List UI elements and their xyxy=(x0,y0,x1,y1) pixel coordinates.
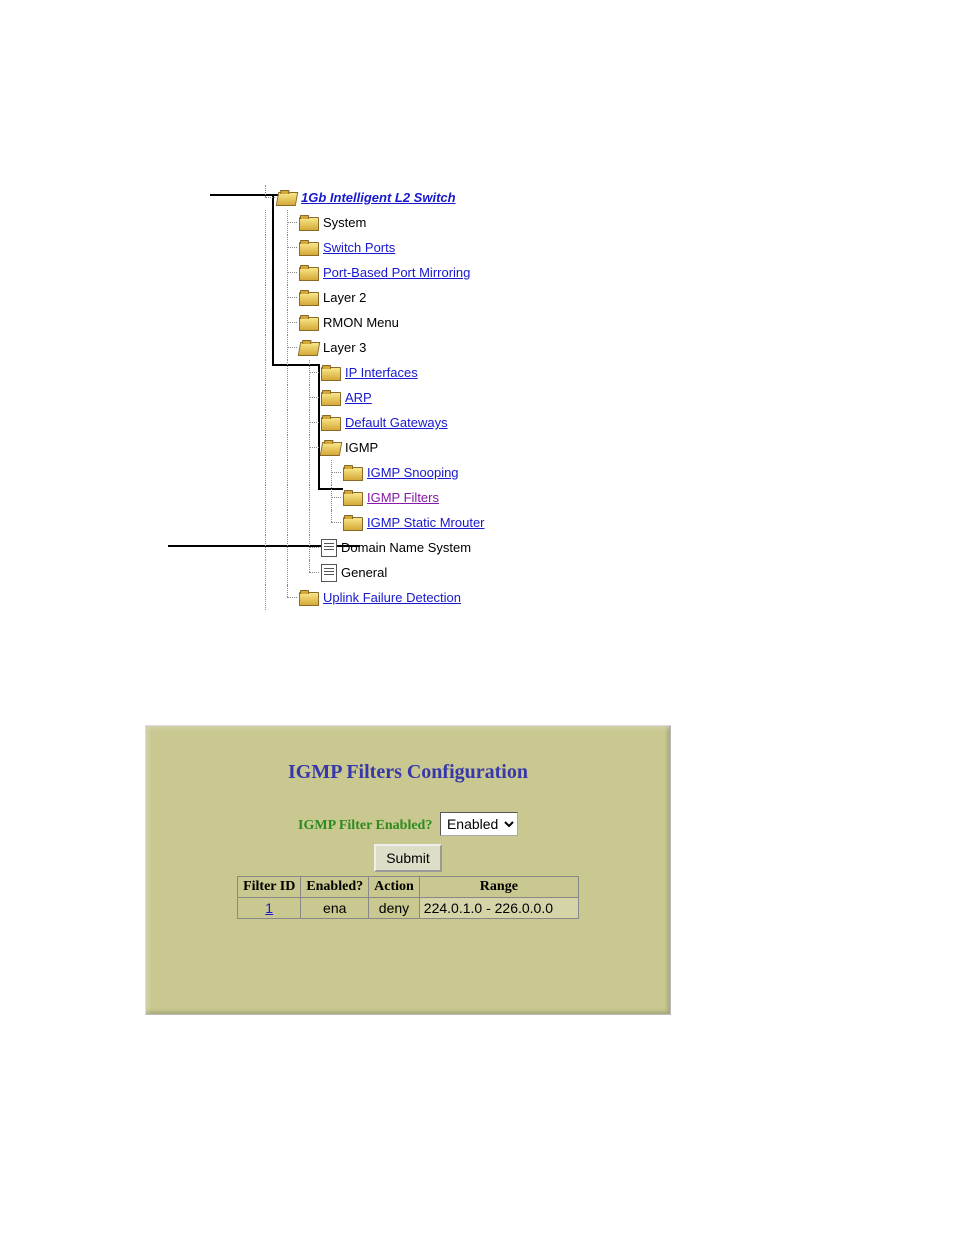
filter-enabled-row: IGMP Filter Enabled? Enabled xyxy=(146,812,670,836)
col-action: Action xyxy=(369,877,420,898)
table-row: 1 ena deny 224.0.1.0 - 226.0.0.0 xyxy=(238,898,579,919)
col-range: Range xyxy=(419,877,578,898)
folder-icon xyxy=(321,417,341,431)
tree-item-label: System xyxy=(323,215,366,230)
document-icon xyxy=(321,539,337,557)
tree-item-layer3[interactable]: Layer 3 xyxy=(255,335,655,360)
tree-item-label[interactable]: IGMP Static Mrouter xyxy=(367,515,485,530)
navigation-tree: 1Gb Intelligent L2 Switch System Switch … xyxy=(255,185,655,610)
tree-item-default-gateways[interactable]: Default Gateways xyxy=(255,410,655,435)
filters-table: Filter ID Enabled? Action Range 1 ena de… xyxy=(237,876,579,919)
tree-item-label[interactable]: Uplink Failure Detection xyxy=(323,590,461,605)
folder-icon xyxy=(299,292,319,306)
tree-item-igmp[interactable]: IGMP xyxy=(255,435,655,460)
tree-item-label: Domain Name System xyxy=(341,540,471,555)
tree-item-label[interactable]: Default Gateways xyxy=(345,415,448,430)
filter-enabled-label: IGMP Filter Enabled? xyxy=(298,818,432,833)
folder-icon xyxy=(321,367,341,381)
folder-open-icon xyxy=(276,192,298,206)
tree-item-rmon[interactable]: RMON Menu xyxy=(255,310,655,335)
tree-item-port-mirroring[interactable]: Port-Based Port Mirroring xyxy=(255,260,655,285)
cell-filter-id[interactable]: 1 xyxy=(238,898,301,919)
tree-item-label: RMON Menu xyxy=(323,315,399,330)
folder-icon xyxy=(299,317,319,331)
tree-item-label[interactable]: IP Interfaces xyxy=(345,365,418,380)
filter-enabled-select[interactable]: Enabled xyxy=(440,812,518,836)
tree-item-igmp-filters[interactable]: IGMP Filters xyxy=(255,485,655,510)
folder-icon xyxy=(343,517,363,531)
table-header-row: Filter ID Enabled? Action Range xyxy=(238,877,579,898)
col-enabled: Enabled? xyxy=(301,877,369,898)
tree-item-arp[interactable]: ARP xyxy=(255,385,655,410)
tree-item-system[interactable]: System xyxy=(255,210,655,235)
tree-item-general[interactable]: General xyxy=(255,560,655,585)
tree-item-igmp-snooping[interactable]: IGMP Snooping xyxy=(255,460,655,485)
tree-item-dns[interactable]: Domain Name System xyxy=(255,535,655,560)
cell-enabled: ena xyxy=(301,898,369,919)
tree-item-label: Layer 2 xyxy=(323,290,366,305)
folder-icon xyxy=(299,592,319,606)
tree-item-ip-interfaces[interactable]: IP Interfaces xyxy=(255,360,655,385)
tree-item-label[interactable]: Port-Based Port Mirroring xyxy=(323,265,470,280)
folder-icon xyxy=(343,492,363,506)
tree-item-label[interactable]: Switch Ports xyxy=(323,240,395,255)
tree-item-label[interactable]: IGMP Filters xyxy=(367,490,439,505)
folder-open-icon xyxy=(298,342,320,356)
document-icon xyxy=(321,564,337,582)
cell-action: deny xyxy=(369,898,420,919)
folder-icon xyxy=(299,217,319,231)
submit-button[interactable]: Submit xyxy=(374,844,442,872)
tree-item-label[interactable]: IGMP Snooping xyxy=(367,465,459,480)
folder-open-icon xyxy=(320,442,342,456)
col-filter-id: Filter ID xyxy=(238,877,301,898)
igmp-filters-config-panel: IGMP Filters Configuration IGMP Filter E… xyxy=(145,725,671,1015)
folder-icon xyxy=(299,242,319,256)
cell-range: 224.0.1.0 - 226.0.0.0 xyxy=(419,898,578,919)
tree-item-igmp-static-mrouter[interactable]: IGMP Static Mrouter xyxy=(255,510,655,535)
tree-item-layer2[interactable]: Layer 2 xyxy=(255,285,655,310)
tree-item-label[interactable]: ARP xyxy=(345,390,372,405)
tree-item-switch-ports[interactable]: Switch Ports xyxy=(255,235,655,260)
tree-root-label[interactable]: 1Gb Intelligent L2 Switch xyxy=(301,190,456,205)
folder-icon xyxy=(321,392,341,406)
tree-item-label: IGMP xyxy=(345,440,378,455)
folder-icon xyxy=(343,467,363,481)
tree-item-label: Layer 3 xyxy=(323,340,366,355)
tree-root-item[interactable]: 1Gb Intelligent L2 Switch xyxy=(255,185,655,210)
tree-item-label: General xyxy=(341,565,387,580)
tree-item-uplink-failure[interactable]: Uplink Failure Detection xyxy=(255,585,655,610)
panel-title: IGMP Filters Configuration xyxy=(146,761,670,784)
folder-icon xyxy=(299,267,319,281)
